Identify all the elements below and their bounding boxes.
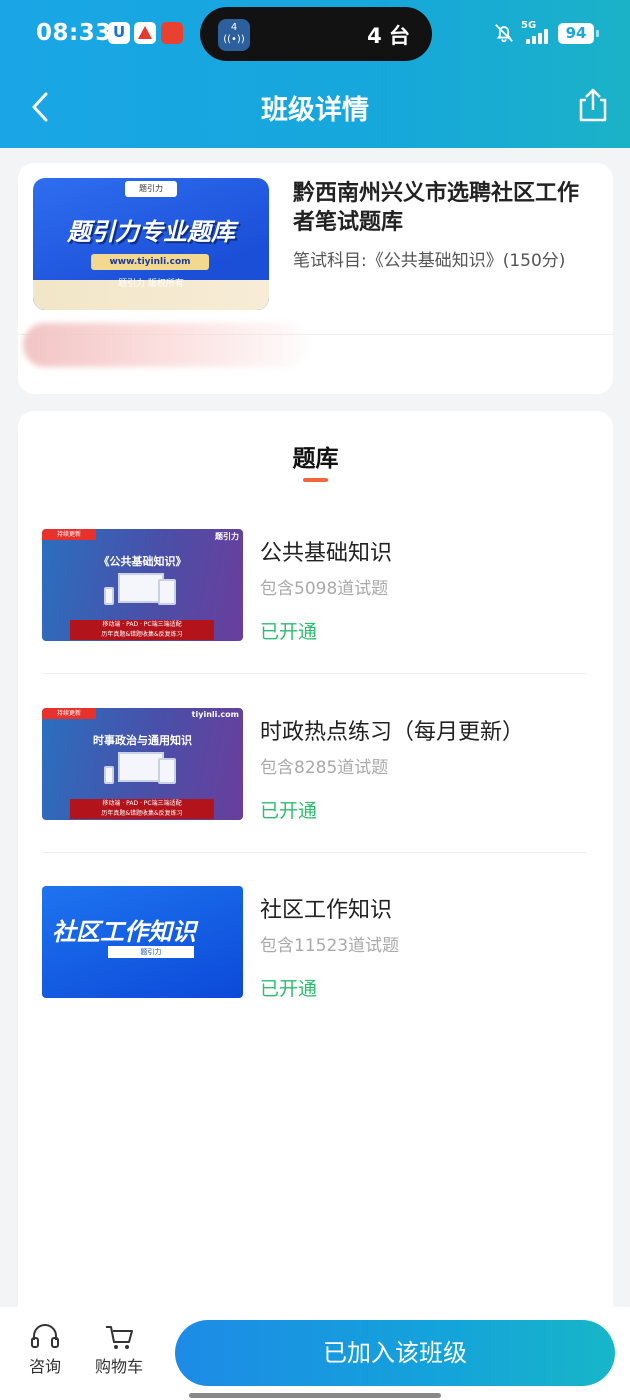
status-bar: 08:33 4((•)) 4 台 5G 94	[0, 0, 630, 66]
consult-label: 咨询	[28, 1357, 61, 1376]
item-question-count: 包含11523道试题	[260, 936, 400, 956]
item-status: 已开通	[260, 800, 318, 822]
divider	[42, 673, 586, 674]
section-title-underline	[303, 478, 328, 482]
cart-tab[interactable]: 购物车	[89, 1323, 149, 1377]
thumb-heading: 时事政治与通用知识	[93, 734, 192, 747]
class-cover-image: 题引力 题引力专业题库 www.tiyinli.com 题引力 版权所有	[33, 178, 269, 310]
notification-app-icon	[108, 22, 130, 44]
page-title: 班级详情	[261, 95, 369, 126]
question-bank-item[interactable]: 社区工作知识 题引力 社区工作知识 包含11523道试题 已开通	[42, 886, 586, 1000]
question-bank-item[interactable]: 持续更新 题引力 《公共基础知识》 移动端 · PAD · PC端三端适配 历年…	[42, 529, 586, 643]
island-device-count: 4 台	[367, 24, 410, 48]
bell-muted-icon	[495, 24, 513, 43]
headset-icon	[31, 1324, 59, 1348]
update-tag: 持续更新	[42, 708, 96, 719]
class-subject: 笔试科目:《公共基础知识》(150分)	[293, 251, 566, 271]
redacted-area	[23, 323, 308, 367]
item-name: 社区工作知识	[260, 898, 393, 923]
notification-app-icon	[161, 22, 183, 44]
item-question-count: 包含5098道试题	[260, 579, 389, 599]
thumb-brand: 题引力	[215, 532, 239, 541]
status-time: 08:33	[36, 20, 112, 46]
share-button[interactable]	[576, 86, 610, 124]
devices-illustration	[104, 573, 178, 613]
thumb-brand: 题引力	[108, 946, 194, 958]
item-name: 时政热点练习（每月更新）	[260, 720, 525, 745]
update-tag: 持续更新	[42, 529, 96, 540]
item-name: 公共基础知识	[260, 541, 393, 566]
cart-label: 购物车	[94, 1357, 143, 1376]
thumb-brand: tiyinli.com	[191, 710, 239, 719]
signal-icon	[526, 28, 552, 44]
item-question-count: 包含8285道试题	[260, 758, 389, 778]
dynamic-island[interactable]: 4 ((•)) 4 台	[200, 7, 432, 61]
item-thumbnail: 持续更新 题引力 《公共基础知识》 移动端 · PAD · PC端三端适配 历年…	[42, 529, 243, 641]
thumb-heading: 《公共基础知识》	[98, 555, 187, 568]
divider	[42, 852, 586, 853]
consult-tab[interactable]: 咨询	[15, 1323, 75, 1377]
thumb-band: 移动端 · PAD · PC端三端适配 历年真题&错题收集&反复练习	[70, 620, 214, 640]
home-indicator	[189, 1393, 441, 1398]
joined-class-button[interactable]: 已加入该班级	[175, 1320, 615, 1386]
bottom-action-bar: 咨询 购物车 已加入该班级	[0, 1307, 630, 1400]
class-title: 黔西南州兴义市选聘社区工作者笔试题库	[293, 181, 580, 235]
class-info-card: 题引力 题引力专业题库 www.tiyinli.com 题引力 版权所有 黔西南…	[18, 163, 613, 394]
item-thumbnail: 持续更新 tiyinli.com 时事政治与通用知识 移动端 · PAD · P…	[42, 708, 243, 820]
notification-app-icon	[134, 22, 156, 44]
question-bank-section: 题库 持续更新 题引力 《公共基础知识》 移动端 · PAD · PC端三端适配…	[18, 411, 613, 1321]
item-status: 已开通	[260, 978, 318, 1000]
thumb-title: 社区工作知识	[52, 918, 196, 946]
cover-logo: 题引力	[125, 181, 177, 197]
battery-indicator: 94	[558, 23, 599, 44]
section-title: 题库	[292, 446, 339, 472]
cover-rights: 题引力 版权所有	[118, 279, 184, 289]
item-status: 已开通	[260, 621, 318, 643]
broadcast-icon: 4 ((•))	[218, 19, 250, 51]
item-thumbnail: 社区工作知识 题引力	[42, 886, 243, 998]
cover-url: www.tiyinli.com	[91, 254, 209, 270]
question-bank-item[interactable]: 持续更新 tiyinli.com 时事政治与通用知识 移动端 · PAD · P…	[42, 708, 586, 822]
cover-title: 题引力专业题库	[67, 218, 235, 246]
cart-icon	[106, 1326, 133, 1349]
devices-illustration	[104, 752, 178, 792]
thumb-band: 移动端 · PAD · PC端三端适配 历年真题&错题收集&反复练习	[70, 799, 214, 819]
